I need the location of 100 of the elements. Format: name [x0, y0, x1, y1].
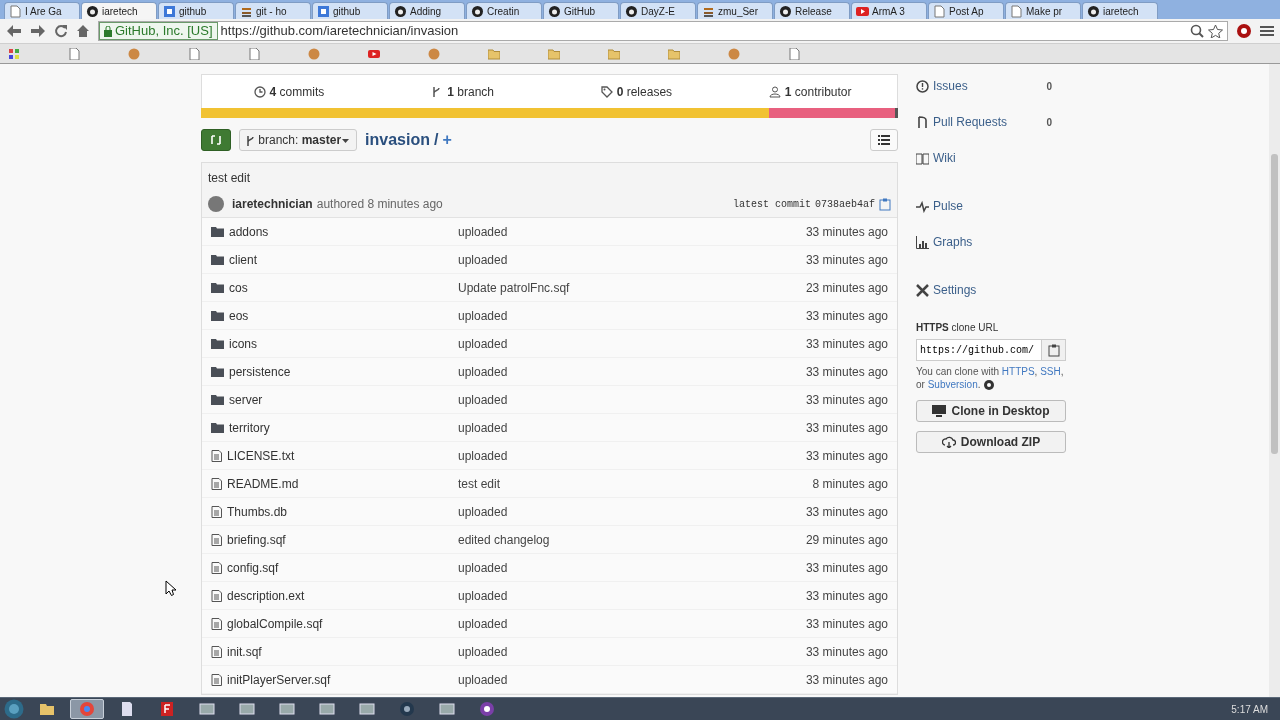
browser-tab[interactable]: zmu_Ser — [697, 2, 773, 19]
protocol-link[interactable]: SSH — [1040, 366, 1061, 377]
folder-link[interactable]: icons — [229, 334, 257, 353]
browser-tab[interactable]: Release — [774, 2, 850, 19]
sidebar-nav-item[interactable]: Pull Requests 0 — [916, 104, 1066, 140]
browser-tab[interactable]: GitHub — [543, 2, 619, 19]
compare-button[interactable] — [201, 129, 231, 151]
scroll-thumb[interactable] — [1271, 154, 1278, 454]
folder-link[interactable]: persistence — [229, 362, 291, 381]
file-age: 33 minutes ago — [804, 559, 889, 577]
clone-desktop-button[interactable]: Clone in Desktop — [916, 400, 1066, 422]
counter: 0 — [1046, 79, 1052, 94]
commit-time: authored 8 minutes ago — [316, 196, 443, 213]
page-icon[interactable] — [248, 47, 260, 60]
protocol-link[interactable]: HTTPS — [1001, 366, 1035, 377]
file-link[interactable]: README.md — [227, 474, 299, 493]
folder-link[interactable]: eos — [229, 306, 249, 325]
path-separator: / — [433, 130, 439, 150]
stat-link[interactable]: 0 releases — [549, 82, 724, 101]
copy-button[interactable] — [1042, 339, 1066, 361]
author-link[interactable]: iaretechnician — [232, 195, 313, 213]
folder-link[interactable]: territory — [229, 418, 270, 437]
lock-icon — [104, 25, 112, 37]
page-icon[interactable] — [188, 47, 200, 60]
file-link[interactable]: init.sqf — [227, 642, 262, 661]
file-icon — [211, 477, 222, 490]
browser-tab[interactable]: I Are Ga — [4, 2, 80, 19]
clone-url-heading: HTTPS clone URL — [916, 321, 1000, 335]
sidebar-nav-item[interactable]: Wiki — [916, 140, 1066, 176]
browser-tab[interactable]: DayZ-E — [620, 2, 696, 19]
browser-tab[interactable]: Make pr — [1005, 2, 1081, 19]
stat-link[interactable]: 4 commits — [202, 82, 376, 101]
browser-tab[interactable]: iaretech — [81, 2, 157, 19]
browser-tab[interactable]: ArmA 3 — [851, 2, 927, 19]
commit-hash-link[interactable]: 0738aeb4af — [815, 196, 875, 212]
site-identity[interactable]: GitHub, Inc. [US] — [99, 22, 218, 40]
start-icon[interactable] — [4, 699, 24, 719]
people-icon — [768, 85, 781, 98]
browser-tab[interactable]: github — [312, 2, 388, 19]
file-age: 33 minutes ago — [804, 223, 889, 241]
file-link[interactable]: initPlayerServer.sqf — [227, 670, 331, 689]
file-link[interactable]: description.ext — [227, 586, 305, 605]
sidebar-nav-item[interactable]: Pulse — [916, 188, 1066, 224]
folder-icon — [211, 282, 224, 293]
window-icon — [319, 701, 335, 717]
folder-link[interactable]: client — [229, 250, 257, 269]
browser-tab[interactable]: iaretech — [1082, 2, 1158, 19]
sidebar-nav-item[interactable]: Settings — [916, 272, 1066, 308]
play-icon — [856, 4, 869, 18]
page-icon[interactable] — [788, 47, 800, 60]
add-file-link[interactable]: + — [442, 128, 452, 152]
play-icon[interactable] — [368, 47, 380, 60]
clone-url-field[interactable]: https://github.com/ — [916, 339, 1042, 361]
sidebar-nav-item[interactable]: Issues 0 — [916, 68, 1066, 104]
browser-tab[interactable]: github — [158, 2, 234, 19]
commit-message: uploaded — [457, 363, 509, 381]
zoom-icon[interactable] — [1190, 24, 1204, 38]
pulse-icon — [916, 199, 929, 213]
file-icon — [211, 505, 222, 518]
browser-tab[interactable]: git - ho — [235, 2, 311, 19]
file-age: 33 minutes ago — [804, 671, 889, 689]
file-link[interactable]: Thumbs.db — [227, 502, 288, 521]
list-view-button[interactable] — [870, 129, 898, 151]
file-link[interactable]: config.sqf — [227, 558, 279, 577]
address-bar[interactable]: GitHub, Inc. [US] https://github.com/iaretechnician/invasion — [98, 21, 1228, 41]
browser-tab[interactable]: Post Ap — [928, 2, 1004, 19]
repo-link[interactable]: invasion — [365, 128, 430, 152]
folder-icon — [211, 226, 224, 237]
browser-tab[interactable]: Adding — [389, 2, 465, 19]
reload-icon[interactable] — [54, 24, 68, 38]
commit-message: uploaded — [457, 587, 509, 605]
back-icon[interactable] — [6, 24, 22, 38]
branch-dropdown[interactable]: branch: master — [239, 129, 358, 151]
apps-icon[interactable] — [8, 47, 20, 60]
folder-link[interactable]: server — [229, 390, 263, 409]
folder-link[interactable]: cos — [229, 278, 248, 297]
page-icon[interactable] — [68, 47, 80, 60]
folder-link[interactable]: addons — [229, 222, 269, 241]
sidebar-nav-item[interactable]: Graphs — [916, 224, 1066, 260]
file-age: 33 minutes ago — [804, 503, 889, 521]
folder-icon — [211, 394, 224, 405]
forward-icon[interactable] — [30, 24, 46, 38]
stat-link[interactable]: 1 contributor — [723, 82, 897, 101]
commit-message: uploaded — [457, 643, 509, 661]
file-link[interactable]: globalCompile.sqf — [227, 614, 323, 633]
help-icon[interactable] — [984, 379, 995, 390]
file-link[interactable]: briefing.sqf — [227, 530, 286, 549]
file-link[interactable]: LICENSE.txt — [227, 446, 295, 465]
scrollbar[interactable] — [1269, 64, 1280, 697]
stat-link[interactable]: 1 branch — [375, 82, 550, 101]
menu-icon[interactable] — [1260, 25, 1274, 37]
protocol-link[interactable]: Subversion — [927, 379, 978, 390]
folder-icon — [211, 338, 224, 349]
extension-icon[interactable] — [1236, 23, 1252, 39]
download-button[interactable]: Download ZIP — [916, 431, 1066, 453]
home-icon[interactable] — [76, 24, 90, 38]
browser-tab[interactable]: Creatin — [466, 2, 542, 19]
url-text: https://github.com/iaretechnician/invasion — [220, 22, 459, 41]
clipboard-icon[interactable] — [879, 197, 891, 211]
star-icon[interactable] — [1208, 24, 1223, 38]
